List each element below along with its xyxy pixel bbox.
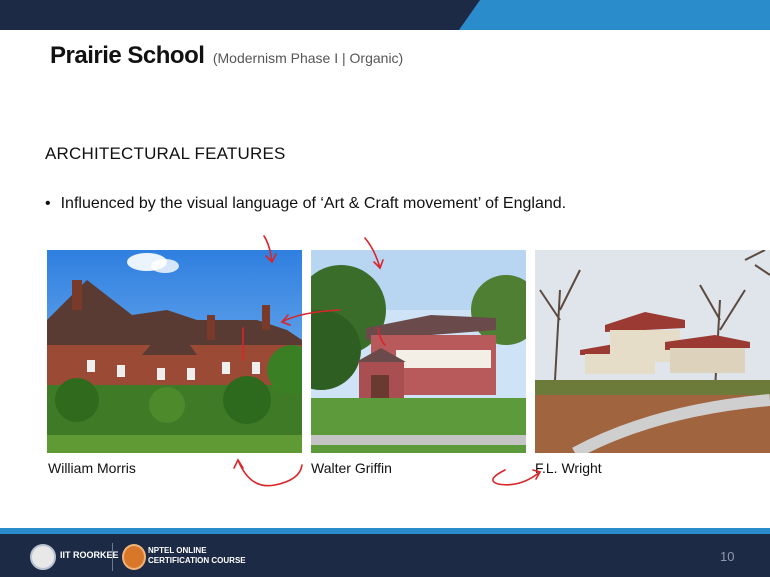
nptel-logo-icon: [122, 544, 146, 570]
photo-walter-griffin: [311, 250, 526, 453]
annotation-curve-2: [492, 469, 541, 486]
annotation-curve-1: [237, 459, 303, 487]
section-heading: ARCHITECTURAL FEATURES: [45, 144, 286, 163]
slide-title-main: Prairie School: [50, 42, 205, 69]
footer-bar: IIT ROORKEE NPTEL ONLINE CERTIFICATION C…: [0, 528, 770, 577]
iit-roorkee-logo-icon: [30, 544, 56, 570]
caption-fl-wright: F.L. Wright: [535, 460, 602, 476]
top-banner-accent: [458, 0, 770, 30]
slide-title-sub: (Modernism Phase I | Organic): [212, 50, 404, 66]
nptel-label-line2: CERTIFICATION COURSE: [148, 556, 246, 565]
bullet-text: Influenced by the visual language of ‘Ar…: [60, 195, 567, 212]
page-number: 10: [720, 549, 735, 564]
slide-title: Prairie School (Modernism Phase I | Orga…: [50, 42, 403, 70]
iit-roorkee-label: IIT ROORKEE: [60, 550, 119, 560]
top-banner: [0, 0, 770, 30]
bullet-icon: •: [45, 195, 51, 212]
photo-fl-wright: [535, 250, 770, 453]
bullet-point: • Influenced by the visual language of ‘A…: [45, 195, 566, 213]
nptel-label-line1: NPTEL ONLINE: [148, 546, 207, 555]
caption-walter-griffin: Walter Griffin: [311, 460, 392, 476]
nptel-label: NPTEL ONLINE CERTIFICATION COURSE: [148, 546, 246, 566]
caption-william-morris: William Morris: [48, 460, 136, 476]
photo-william-morris: [47, 250, 302, 453]
footer-divider: [112, 543, 113, 571]
